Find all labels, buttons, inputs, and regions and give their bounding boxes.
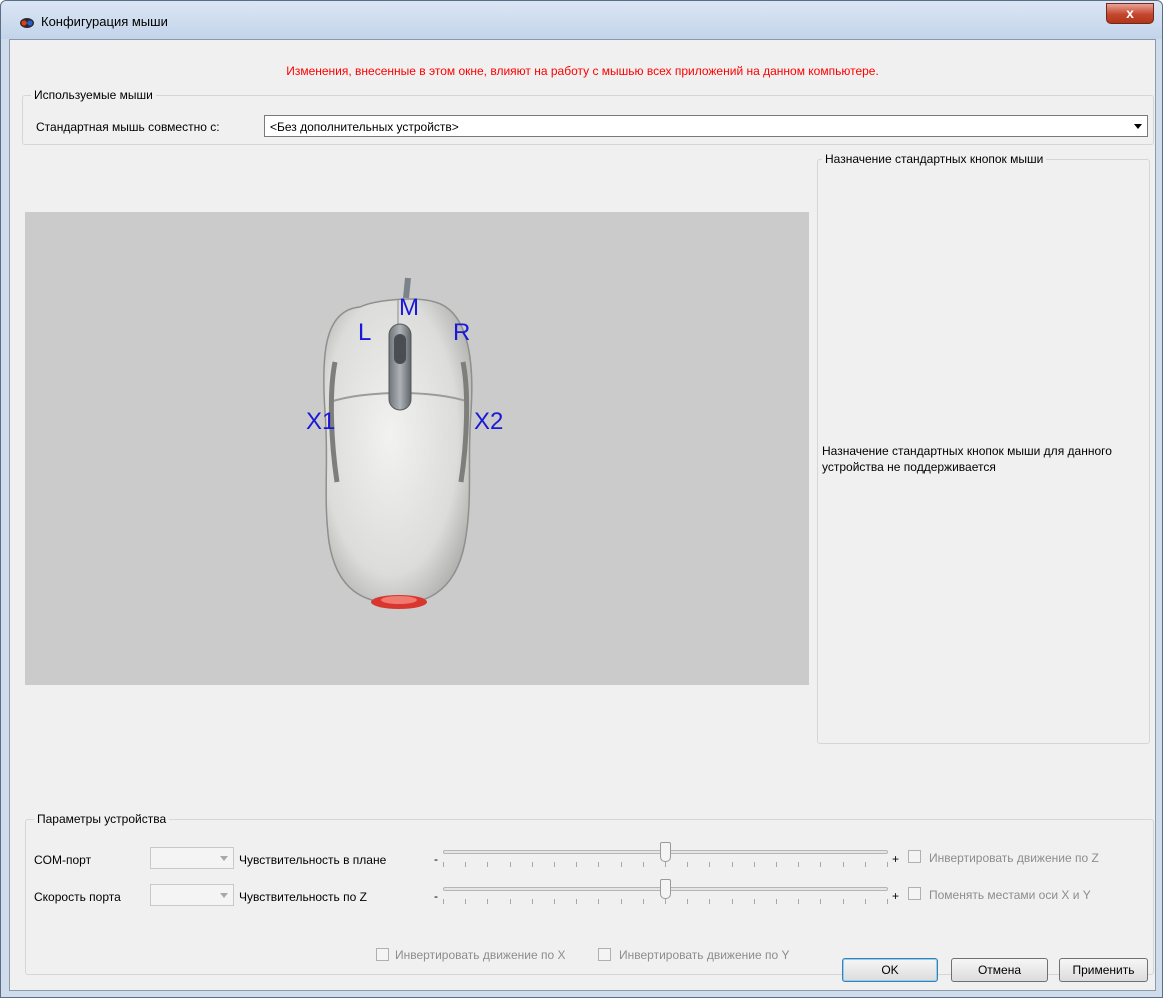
slider-tick: [576, 899, 577, 904]
plan-sensitivity-minus: -: [434, 852, 438, 866]
invert-y-checkbox[interactable]: [598, 948, 611, 961]
z-sensitivity-slider[interactable]: [443, 879, 888, 905]
device-params-legend: Параметры устройства: [34, 812, 170, 826]
app-icon: [20, 18, 34, 28]
invert-x-label: Инвертировать движение по X: [395, 948, 566, 962]
plan-sensitivity-label: Чувствительность в плане: [239, 853, 387, 867]
slider-tick: [621, 862, 622, 867]
button-assignment-group: Назначение стандартных кнопок мыши Назна…: [817, 152, 1150, 744]
button-assignment-legend: Назначение стандартных кнопок мыши: [822, 152, 1047, 166]
slider-tick: [798, 862, 799, 867]
invert-y-label: Инвертировать движение по Y: [619, 948, 790, 962]
chevron-down-icon: [220, 856, 228, 861]
port-speed-select[interactable]: [150, 884, 234, 906]
title-bar: Конфигурация мыши x: [1, 1, 1162, 39]
dialog-client: Изменения, внесенные в этом окне, влияют…: [9, 39, 1156, 991]
used-mice-legend: Используемые мыши: [31, 88, 156, 102]
slider-tick: [820, 899, 821, 904]
slider-tick: [887, 862, 888, 867]
close-button[interactable]: x: [1106, 3, 1154, 24]
invert-x-checkbox[interactable]: [376, 948, 389, 961]
port-speed-label: Скорость порта: [34, 890, 121, 904]
slider-tick: [576, 862, 577, 867]
slider-thumb[interactable]: [660, 842, 671, 862]
slider-thumb[interactable]: [660, 879, 671, 899]
slider-tick: [865, 899, 866, 904]
plan-sensitivity-plus: +: [892, 852, 900, 866]
slider-tick: [754, 862, 755, 867]
slider-tick: [665, 899, 666, 904]
slider-tick: [820, 862, 821, 867]
slider-tick: [443, 899, 444, 904]
chevron-down-icon: [1134, 124, 1142, 129]
cancel-button[interactable]: Отмена: [951, 958, 1048, 982]
slider-tick: [687, 862, 688, 867]
apply-button[interactable]: Применить: [1059, 958, 1148, 982]
slider-tick: [443, 862, 444, 867]
slider-tick: [643, 899, 644, 904]
slider-tick: [843, 862, 844, 867]
slider-tick: [554, 899, 555, 904]
used-mice-label: Стандартная мышь совместно с:: [36, 120, 220, 134]
slider-tick: [887, 899, 888, 904]
slider-tick: [754, 899, 755, 904]
swap-xy-label: Поменять местами оси X и Y: [929, 888, 1091, 902]
slider-tick: [532, 862, 533, 867]
middle-button-label: M: [399, 294, 419, 321]
com-port-label: COM-порт: [34, 853, 92, 867]
slider-tick: [465, 862, 466, 867]
mouse-image: [323, 277, 473, 609]
slider-tick: [732, 899, 733, 904]
slider-tick: [532, 899, 533, 904]
slider-tick: [510, 862, 511, 867]
slider-tick: [798, 899, 799, 904]
slider-tick: [554, 862, 555, 867]
slider-tick: [598, 899, 599, 904]
slider-ticks: [443, 862, 888, 868]
slider-tick: [665, 862, 666, 867]
button-assignment-message: Назначение стандартных кнопок мыши для д…: [822, 444, 1112, 474]
slider-tick: [843, 899, 844, 904]
slider-tick: [487, 862, 488, 867]
ok-button[interactable]: OK: [842, 958, 938, 982]
plan-sensitivity-slider[interactable]: [443, 842, 888, 868]
slider-tick: [643, 862, 644, 867]
slider-ticks: [443, 899, 888, 905]
z-sensitivity-label: Чувствительность по Z: [239, 890, 367, 904]
z-sensitivity-minus: -: [434, 889, 438, 903]
chevron-down-icon: [220, 893, 228, 898]
x2-button-label: X2: [474, 408, 504, 435]
slider-tick: [732, 862, 733, 867]
dialog-window: Конфигурация мыши x Изменения, внесенные…: [0, 0, 1163, 998]
right-button-label: R: [453, 319, 471, 346]
slider-tick: [776, 899, 777, 904]
left-button-label: L: [358, 319, 372, 346]
used-mice-selected: <Без дополнительных устройств>: [270, 120, 459, 134]
swap-xy-checkbox[interactable]: [908, 887, 921, 900]
com-port-select[interactable]: [150, 847, 234, 869]
slider-tick: [709, 862, 710, 867]
z-sensitivity-plus: +: [892, 889, 900, 903]
slider-tick: [487, 899, 488, 904]
slider-tick: [865, 862, 866, 867]
used-mice-select[interactable]: <Без дополнительных устройств>: [264, 115, 1148, 137]
slider-tick: [709, 899, 710, 904]
slider-tick: [776, 862, 777, 867]
invert-z-checkbox[interactable]: [908, 850, 921, 863]
x1-button-label: X1: [306, 408, 336, 435]
device-params-group: Параметры устройства COM-порт Чувствител…: [25, 812, 1154, 975]
slider-tick: [465, 899, 466, 904]
used-mice-group: Используемые мыши Стандартная мышь совме…: [22, 88, 1154, 145]
invert-z-label: Инвертировать движение по Z: [929, 851, 1099, 865]
slider-tick: [621, 899, 622, 904]
window-title: Конфигурация мыши: [41, 14, 168, 29]
slider-tick: [598, 862, 599, 867]
mouse-image-panel: L M R X1 X2: [25, 212, 809, 685]
warning-message: Изменения, внесенные в этом окне, влияют…: [286, 64, 879, 78]
slider-tick: [510, 899, 511, 904]
slider-tick: [687, 899, 688, 904]
